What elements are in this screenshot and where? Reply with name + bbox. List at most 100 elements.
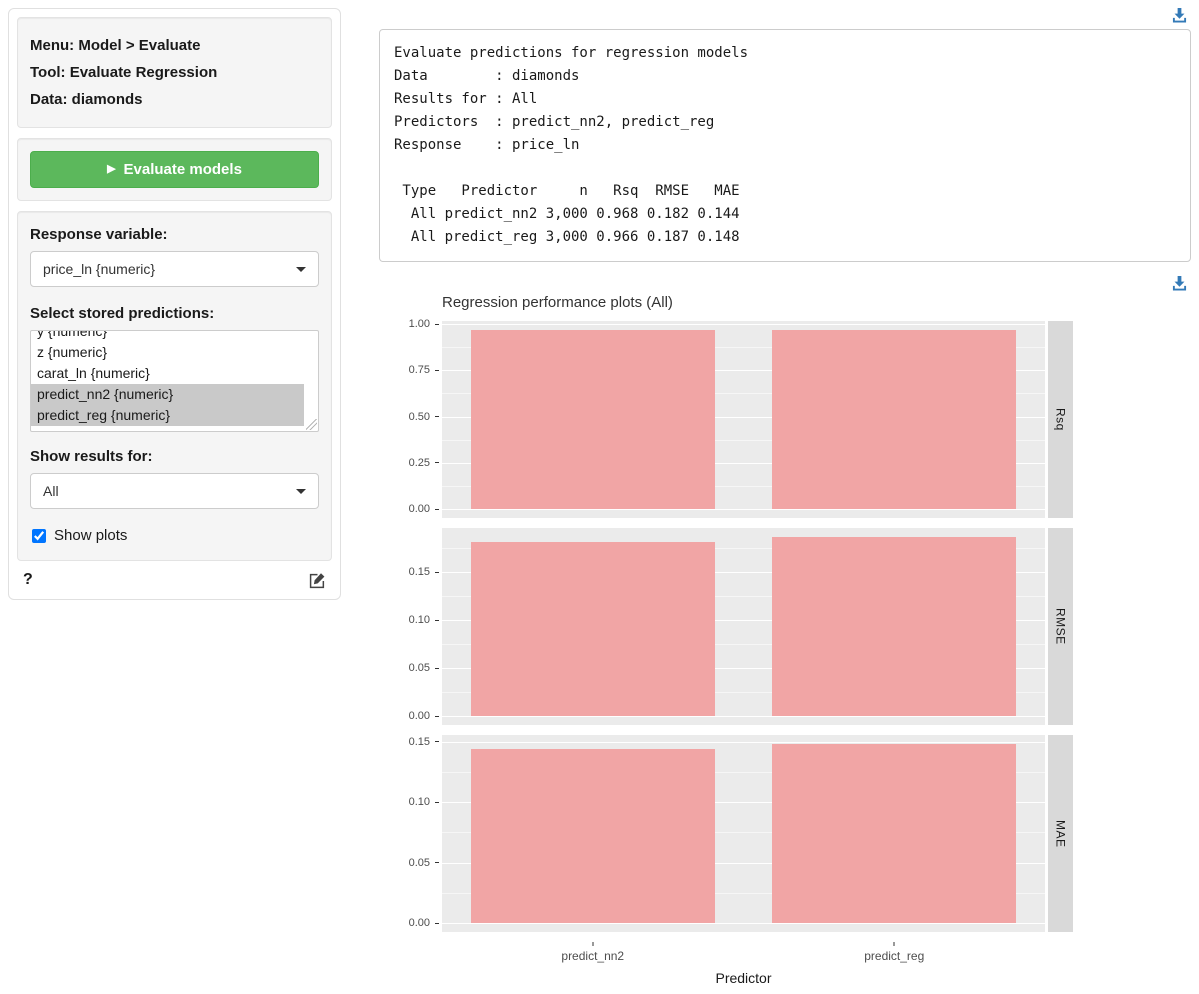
y-tick-label: 0.75 [409, 364, 430, 376]
y-tick-label: 0.10 [409, 614, 430, 626]
y-tick-label: 0.10 [409, 796, 430, 808]
y-tick-mark [435, 668, 439, 669]
major-gridline [442, 509, 1045, 510]
facet-row-mae: 0.00 0.05 0.10 0.15 MAE [391, 735, 1073, 932]
facet-panel [442, 735, 1045, 932]
bar-rmse-predict_nn2 [471, 542, 715, 716]
x-tick-mark [894, 942, 895, 946]
y-tick-mark [435, 416, 439, 417]
bar-rsq-predict_nn2 [471, 330, 715, 509]
y-tick-mark [435, 462, 439, 463]
facet-strip-label: RMSE [1054, 608, 1068, 645]
y-tick-mark [435, 716, 439, 717]
chevron-down-icon [296, 267, 306, 272]
y-tick-mark [435, 370, 439, 371]
y-tick-label: 0.05 [409, 857, 430, 869]
sidebar: Menu: Model > Evaluate Tool: Evaluate Re… [8, 8, 341, 600]
facet-row-rsq: 0.000.250.500.751.00Rsq [391, 321, 1073, 518]
chart-facets: 0.000.250.500.751.00Rsq0.000.050.100.15R… [391, 321, 1073, 932]
y-tick-label: 0.15 [409, 566, 430, 578]
y-tick-mark [435, 802, 439, 803]
major-gridline [442, 716, 1045, 717]
chevron-down-icon [296, 489, 306, 494]
summary-toolbar [379, 8, 1187, 24]
y-tick-label: 0.25 [409, 457, 430, 469]
major-gridline [442, 324, 1045, 325]
facet-strip: Rsq [1048, 321, 1073, 518]
y-tick-mark [435, 862, 439, 863]
action-well: ▶ Evaluate models [17, 138, 332, 201]
y-axis: 0.00 0.05 0.10 0.15 [391, 735, 439, 932]
y-tick-mark [435, 572, 439, 573]
y-axis: 0.000.250.500.751.00 [391, 321, 439, 518]
list-item[interactable]: y {numeric} [31, 330, 318, 342]
x-axis-title: Predictor [442, 970, 1045, 986]
download-icon[interactable] [1172, 8, 1187, 24]
facet-strip-label: Rsq [1054, 408, 1068, 431]
predictions-label: Select stored predictions: [30, 305, 319, 322]
y-tick-label: 0.00 [409, 917, 430, 929]
performance-chart: Regression performance plots (All) 0.000… [391, 294, 1073, 986]
y-tick-mark [435, 620, 439, 621]
y-tick-label: 0.50 [409, 411, 430, 423]
show-plots-row: Show plots [32, 527, 319, 544]
form-well: Response variable: price_ln {numeric} Se… [17, 211, 332, 561]
evaluate-models-button[interactable]: ▶ Evaluate models [30, 151, 319, 188]
y-axis: 0.00 0.05 0.10 0.15 [391, 528, 439, 725]
evaluate-models-label: Evaluate models [124, 161, 242, 178]
facet-row-rmse: 0.00 0.05 0.10 0.15 RMSE [391, 528, 1073, 725]
context-well: Menu: Model > Evaluate Tool: Evaluate Re… [17, 17, 332, 128]
resize-handle[interactable] [306, 419, 317, 430]
show-plots-checkbox[interactable] [32, 529, 46, 543]
response-variable-value: price_ln {numeric} [43, 261, 155, 277]
bar-mae-predict_reg [772, 744, 1016, 923]
download-icon[interactable] [1172, 276, 1187, 292]
y-tick-label: 0.00 [409, 503, 430, 515]
show-results-select[interactable]: All [30, 473, 319, 509]
x-tick-label: predict_nn2 [561, 949, 624, 963]
x-tick-mark [592, 942, 593, 946]
y-tick-label: 0.05 [409, 662, 430, 674]
major-gridline [442, 742, 1045, 743]
facet-strip: MAE [1048, 735, 1073, 932]
bar-mae-predict_nn2 [471, 749, 715, 923]
y-tick-label: 0.00 [409, 710, 430, 722]
bar-rmse-predict_reg [772, 537, 1016, 716]
x-label-row: Predictor [391, 967, 1073, 986]
app-page: Menu: Model > Evaluate Tool: Evaluate Re… [0, 0, 1199, 994]
edit-report-icon[interactable] [309, 572, 326, 589]
y-tick-mark [435, 741, 439, 742]
predictions-listbox-inner: y {numeric}z {numeric}carat_ln {numeric}… [31, 330, 318, 426]
list-item[interactable]: predict_reg {numeric} [31, 405, 304, 426]
list-item[interactable]: predict_nn2 {numeric} [31, 384, 304, 405]
y-tick-label: 0.15 [409, 736, 430, 748]
major-gridline [442, 923, 1045, 924]
tool-name: Tool: Evaluate Regression [30, 62, 319, 84]
main-panel: Evaluate predictions for regression mode… [379, 8, 1191, 986]
facet-panel [442, 321, 1045, 518]
sidebar-footer: ? [17, 571, 332, 591]
list-item[interactable]: carat_ln {numeric} [31, 363, 318, 384]
bar-rsq-predict_reg [772, 330, 1016, 509]
y-tick-mark [435, 923, 439, 924]
facet-strip: RMSE [1048, 528, 1073, 725]
show-plots-label: Show plots [54, 527, 127, 544]
help-icon[interactable]: ? [23, 571, 33, 589]
x-axis: predict_nn2 predict_reg [442, 942, 1045, 967]
menu-breadcrumb: Menu: Model > Evaluate [30, 35, 319, 57]
play-icon: ▶ [107, 164, 115, 175]
x-tick-label: predict_reg [864, 949, 924, 963]
plot-toolbar [379, 276, 1187, 292]
y-tick-mark [435, 509, 439, 510]
chart-title: Regression performance plots (All) [442, 294, 1073, 311]
facet-strip-label: MAE [1054, 820, 1068, 848]
summary-output: Evaluate predictions for regression mode… [379, 29, 1191, 262]
predictions-listbox[interactable]: y {numeric}z {numeric}carat_ln {numeric}… [30, 330, 319, 432]
response-variable-label: Response variable: [30, 226, 319, 243]
response-variable-select[interactable]: price_ln {numeric} [30, 251, 319, 287]
list-item[interactable]: z {numeric} [31, 342, 318, 363]
show-results-value: All [43, 483, 59, 499]
show-results-label: Show results for: [30, 448, 319, 465]
x-axis-row: predict_nn2 predict_reg [391, 942, 1073, 967]
facet-panel [442, 528, 1045, 725]
